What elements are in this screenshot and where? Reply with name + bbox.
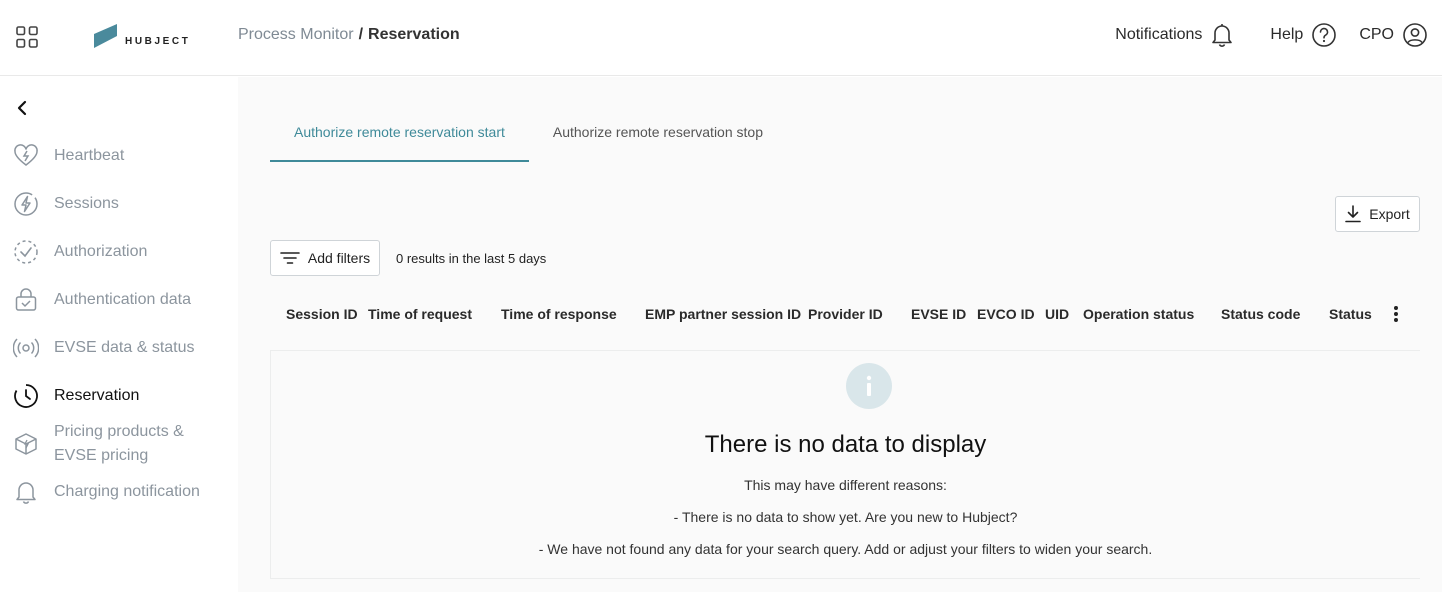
tab-reservation-start[interactable]: Authorize remote reservation start	[270, 113, 529, 162]
column-header[interactable]: Operation status	[1083, 306, 1194, 322]
main-content: Authorize remote reservation start Autho…	[238, 77, 1442, 592]
column-header[interactable]: UID	[1045, 306, 1069, 322]
empty-state-line: - We have not found any data for your se…	[538, 541, 1153, 557]
sidebar-item-charging-notification[interactable]: Charging notification	[12, 478, 232, 506]
table-header: Session ID Time of request Time of respo…	[270, 290, 1420, 338]
user-label: CPO	[1359, 26, 1394, 43]
user-avatar-icon	[1403, 23, 1427, 47]
sidebar-item-label: Charging notification	[54, 483, 200, 500]
apps-grid-icon[interactable]	[16, 26, 38, 48]
column-header[interactable]: Provider ID	[808, 306, 883, 322]
breadcrumb-parent[interactable]: Process Monitor	[238, 26, 354, 44]
sidebar-item-label-line1: Pricing products &	[54, 423, 184, 440]
lock-check-icon	[12, 286, 40, 314]
sidebar-item-label: EVSE data & status	[54, 339, 195, 356]
sidebar-item-pricing[interactable]: Pricing products & EVSE pricing	[12, 420, 232, 468]
sidebar-item-label: Pricing products & EVSE pricing	[54, 420, 184, 468]
sidebar-item-label: Reservation	[54, 387, 140, 404]
column-header[interactable]: EVCO ID	[977, 306, 1035, 322]
column-header[interactable]: Status code	[1221, 306, 1300, 322]
export-button[interactable]: Export	[1335, 196, 1420, 232]
help-button[interactable]: Help	[1270, 22, 1337, 48]
bolt-circle-icon	[12, 190, 40, 218]
sidebar-item-evse-data-status[interactable]: EVSE data & status	[12, 334, 232, 362]
empty-state-title: There is no data to display	[704, 431, 987, 458]
hubject-logo-mark-icon	[94, 24, 117, 48]
notifications-label: Notifications	[1115, 26, 1203, 43]
column-header[interactable]: Time of request	[368, 306, 472, 322]
help-circle-icon	[1312, 23, 1337, 47]
sidebar-item-label: Authentication data	[54, 291, 191, 308]
sidebar-item-authentication-data[interactable]: Authentication data	[12, 286, 232, 314]
sidebar-item-label: Authorization	[54, 243, 148, 260]
breadcrumb-current: Reservation	[368, 26, 460, 43]
hubject-logo[interactable]: HUBJECT	[93, 22, 190, 48]
sidebar: Heartbeat Sessions Authorization Authent…	[0, 77, 238, 592]
column-header[interactable]: EVSE ID	[911, 306, 966, 322]
empty-state-line: - There is no data to show yet. Are you …	[673, 509, 1018, 525]
filter-icon	[280, 252, 300, 264]
clock-icon	[12, 382, 40, 410]
export-label: Export	[1369, 206, 1410, 222]
user-menu[interactable]: CPO	[1359, 22, 1428, 48]
empty-state-line: This may have different reasons:	[744, 477, 947, 493]
column-header[interactable]: Session ID	[286, 306, 358, 322]
tab-bar: Authorize remote reservation start Autho…	[270, 113, 787, 162]
box-icon	[12, 430, 40, 458]
tab-reservation-stop[interactable]: Authorize remote reservation stop	[529, 113, 787, 162]
chevron-left-icon[interactable]	[14, 99, 32, 117]
column-header[interactable]: EMP partner session ID	[645, 306, 801, 322]
add-filters-button[interactable]: Add filters	[270, 240, 380, 276]
sidebar-item-reservation[interactable]: Reservation	[12, 382, 232, 410]
column-header[interactable]: Time of response	[501, 306, 617, 322]
sidebar-item-sessions[interactable]: Sessions	[12, 190, 232, 218]
sidebar-item-label-line2: EVSE pricing	[54, 447, 149, 464]
sidebar-item-authorization[interactable]: Authorization	[12, 238, 232, 266]
filters-row: Add filters 0 results in the last 5 days	[270, 240, 546, 276]
header-actions: Notifications Help CPO	[1115, 22, 1428, 48]
add-filters-label: Add filters	[307, 250, 371, 266]
column-header[interactable]: Status	[1329, 306, 1372, 322]
breadcrumb: Process Monitor / Reservation	[238, 26, 460, 44]
sidebar-item-heartbeat[interactable]: Heartbeat	[12, 142, 232, 170]
sidebar-item-label: Heartbeat	[54, 147, 125, 164]
info-icon	[846, 363, 892, 409]
sidebar-item-label: Sessions	[54, 195, 119, 212]
empty-state: There is no data to display This may hav…	[270, 350, 1420, 579]
help-label: Help	[1270, 26, 1304, 43]
top-bar: HUBJECT Process Monitor / Reservation No…	[0, 0, 1442, 76]
download-icon	[1345, 205, 1362, 223]
bell-icon	[1212, 24, 1233, 47]
breadcrumb-separator: /	[358, 26, 364, 43]
more-vertical-icon[interactable]	[1389, 304, 1403, 324]
bell-icon	[12, 478, 40, 506]
check-circle-icon	[12, 238, 40, 266]
notifications-button[interactable]: Notifications	[1115, 22, 1234, 48]
results-count: 0 results in the last 5 days	[396, 250, 547, 266]
heart-bolt-icon	[12, 142, 40, 170]
logo-text: HUBJECT	[125, 36, 191, 47]
broadcast-icon	[12, 334, 40, 362]
